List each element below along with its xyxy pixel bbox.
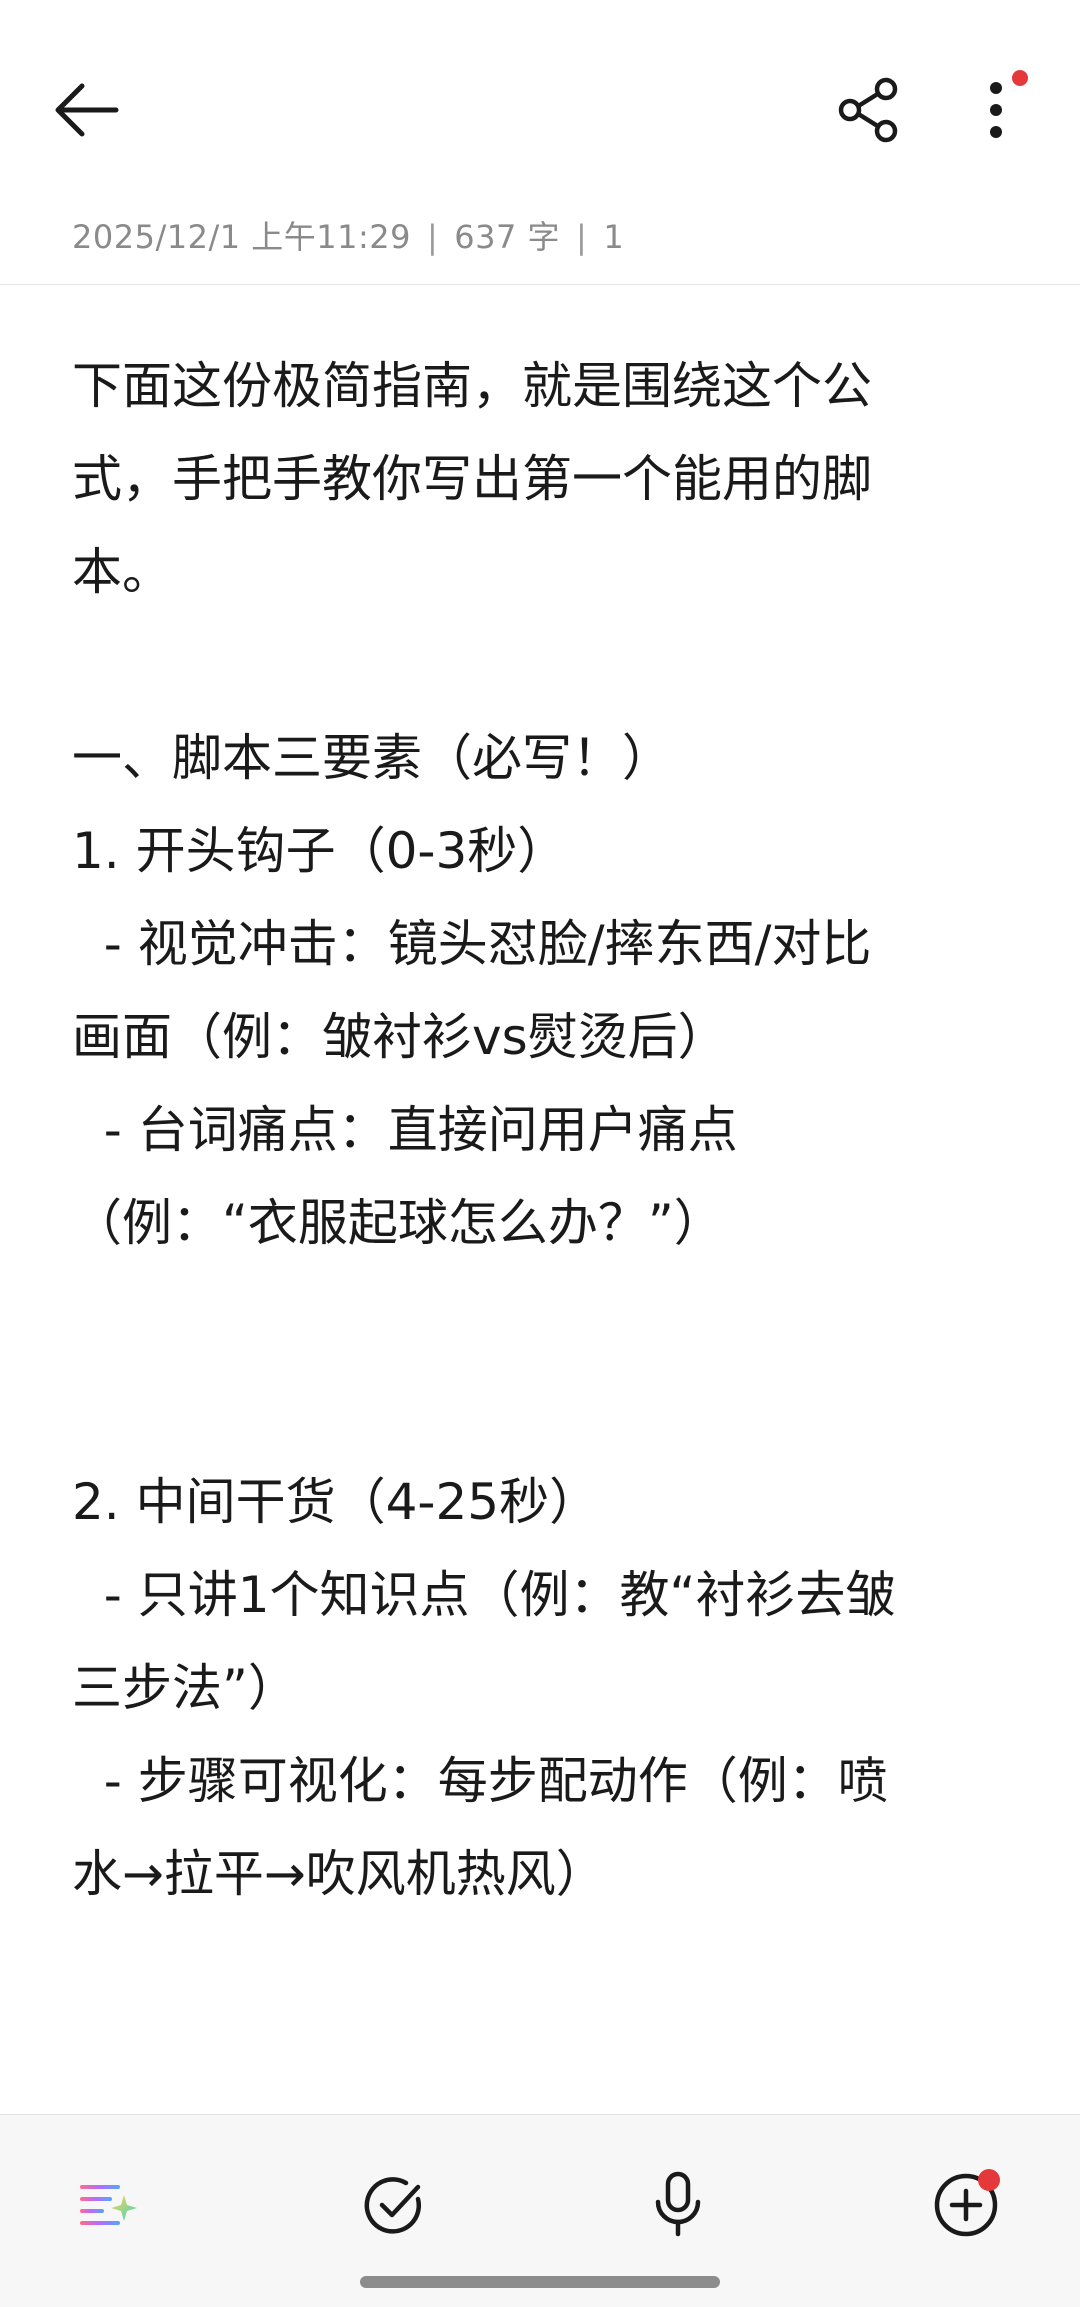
note-text-line: 2. 中间干货（4-25秒） — [72, 1473, 600, 1531]
note-text-line: 式，手把手教你写出第一个能用的脚 — [72, 450, 872, 508]
note-text-line: 本。 — [72, 543, 172, 601]
note-text-line: （例：“衣服起球怎么办？”） — [72, 1194, 724, 1252]
notification-badge — [978, 2169, 1000, 2191]
voice-input-button[interactable] — [628, 2155, 728, 2255]
note-text-line: - 台词痛点：直接问用户痛点 — [72, 1101, 738, 1159]
checklist-button[interactable] — [344, 2155, 444, 2255]
note-text-line: 3. 结尾引导（26-30秒） — [72, 2107, 1012, 2110]
page-number: 1 — [603, 218, 625, 256]
word-count: 637 字 — [454, 218, 561, 256]
share-button[interactable] — [818, 60, 918, 160]
back-button[interactable] — [36, 60, 136, 160]
header-divider — [0, 284, 1080, 285]
share-icon — [838, 77, 898, 143]
check-circle-icon — [364, 2177, 421, 2234]
arrow-left-icon — [55, 83, 119, 137]
add-button[interactable] — [916, 2155, 1016, 2255]
note-text-line — [72, 1921, 1012, 2014]
note-text-line: - 步骤可视化：每步配动作（例：喷 — [72, 1752, 888, 1810]
note-text-line: 下面这份极简指南，就是围绕这个公 — [72, 357, 872, 415]
home-indicator[interactable] — [360, 2276, 720, 2288]
microphone-icon — [655, 2171, 701, 2237]
note-text-line: - 视觉冲击：镜头怼脸/摔东西/对比 — [72, 915, 872, 973]
note-body[interactable]: 下面这份极简指南，就是围绕这个公 式，手把手教你写出第一个能用的脚 本。一、脚本三要… — [72, 340, 1012, 2110]
note-text-line: 水→拉平→吹风机热风） — [72, 1845, 606, 1903]
note-text-line: 画面（例：皱衬衫vs熨烫后） — [72, 1008, 728, 1066]
note-text-line: - 只讲1个知识点（例：教“衬衫去皱 — [72, 1566, 896, 1624]
more-vertical-icon — [990, 82, 1002, 138]
note-text-line: 1. 开头钩子（0-3秒） — [72, 822, 568, 880]
note-text-line — [72, 1270, 1012, 1363]
top-bar — [0, 0, 1080, 200]
note-text-line: 三步法”） — [72, 1659, 298, 1717]
note-text-line — [72, 2014, 1012, 2107]
note-text-line — [72, 619, 1012, 712]
more-button[interactable] — [946, 60, 1046, 160]
note-editor-screen: 2025/12/1 上午11:29 | 637 字 | 1 下面这份极简指南，就是围绕这… — [0, 0, 1080, 2307]
meta-separator: | — [426, 218, 439, 256]
ai-assist-button[interactable] — [58, 2155, 158, 2255]
note-text-line: 一、脚本三要素（必写！） — [72, 729, 672, 787]
meta-separator: | — [576, 218, 588, 256]
notification-badge — [1012, 70, 1028, 86]
note-datetime: 2025/12/1 上午11:29 — [72, 218, 411, 256]
note-meta: 2025/12/1 上午11:29 | 637 字 | 1 — [72, 212, 624, 258]
ai-sparkle-icon — [80, 2185, 137, 2225]
note-text-line — [72, 1363, 1012, 1456]
